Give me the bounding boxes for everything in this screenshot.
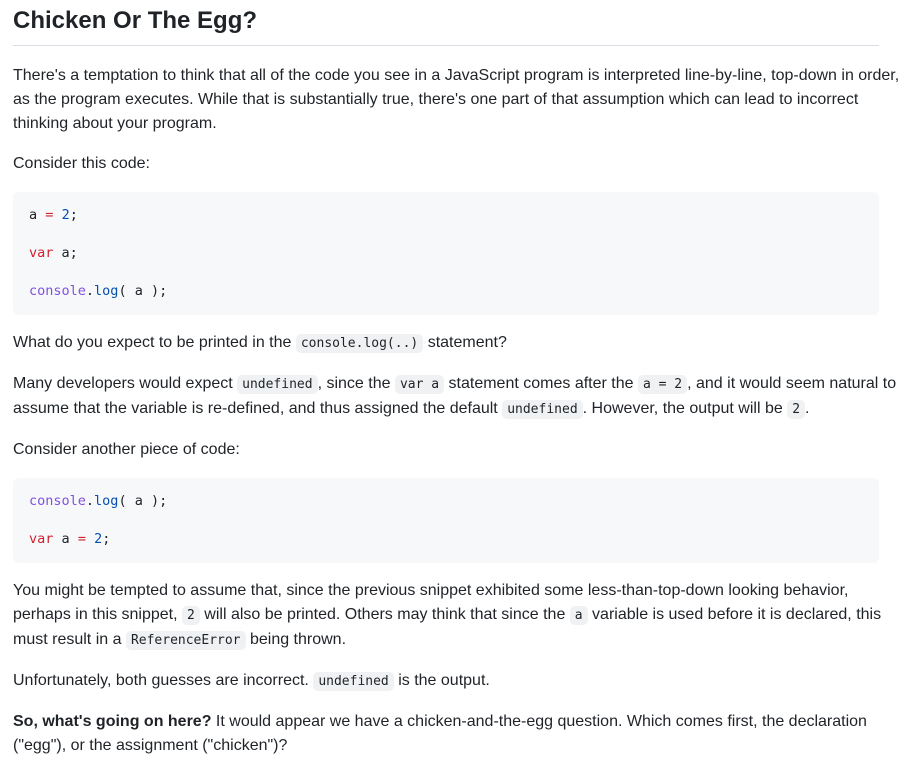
bold-lead: So, what's going on here? <box>13 713 212 730</box>
code-line: console.log( a ); <box>29 493 168 509</box>
explanation-paragraph: Many developers would expect undefined, … <box>13 375 897 419</box>
inline-code: undefined <box>313 672 394 691</box>
inline-code: console.log(..) <box>295 334 424 353</box>
consider-code-paragraph: Consider this code: <box>13 155 150 172</box>
code-line: console.log( a ); <box>29 283 168 299</box>
question-paragraph: What do you expect to be printed in the … <box>13 334 507 353</box>
intro-paragraph: There's a temptation to think that all o… <box>13 67 900 132</box>
code-block-1: a = 2; var a; console.log( a ); <box>13 192 879 315</box>
inline-code: 2 <box>182 606 200 625</box>
code-line: a = 2; <box>29 207 78 223</box>
article: Chicken Or The Egg? There's a temptation… <box>0 0 916 758</box>
unfortunately-paragraph: Unfortunately, both guesses are incorrec… <box>13 672 490 691</box>
tempted-paragraph: You might be tempted to assume that, sin… <box>13 582 882 650</box>
inline-code: undefined <box>237 375 318 394</box>
consider-another-paragraph: Consider another piece of code: <box>13 441 240 458</box>
inline-code: 2 <box>787 400 806 419</box>
inline-code: undefined <box>502 400 583 419</box>
inline-code: a = 2 <box>637 375 688 394</box>
section-heading: Chicken Or The Egg? <box>13 0 879 46</box>
inline-code: a <box>569 606 588 625</box>
code-line: var a = 2; <box>29 531 111 547</box>
whats-going-on-paragraph: So, what's going on here? It would appea… <box>13 713 867 754</box>
inline-code: ReferenceError <box>125 631 246 650</box>
code-block-2: console.log( a ); var a = 2; <box>13 478 879 563</box>
code-line: var a; <box>29 245 78 261</box>
inline-code: var a <box>394 375 445 394</box>
